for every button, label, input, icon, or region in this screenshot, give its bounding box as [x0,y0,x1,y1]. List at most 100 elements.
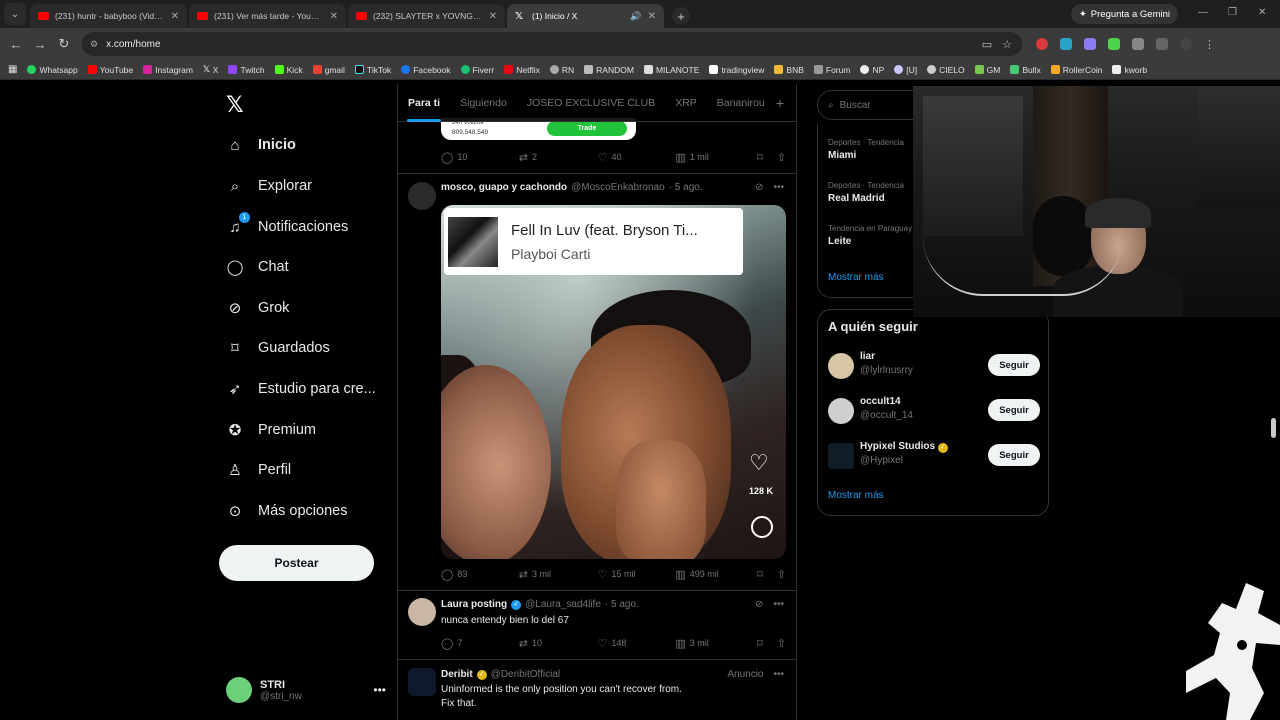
browser-tab-active[interactable]: 𝕏 (1) Inicio / X 🔊 ✕ [507,4,664,28]
author-handle[interactable]: @MoscoEnkabronao [571,182,665,193]
forward-icon[interactable]: → [28,37,52,52]
post-button[interactable]: Postear [219,545,374,581]
bookmark-item[interactable]: tradingview [709,65,764,75]
site-info-icon[interactable]: ⚙ [90,39,98,50]
sidebar-item-notificaciones[interactable]: ♫ 1 Notificaciones [226,212,348,236]
bookmark-item[interactable]: NP [860,65,884,75]
like-button[interactable]: ♡ 15 mil [598,568,676,581]
author-name[interactable]: Deribit [441,669,473,680]
extension-icon[interactable] [1084,37,1096,50]
record-extension-icon[interactable] [1036,37,1048,50]
trend-item[interactable]: Deportes · Tendencia Real Madrid [828,181,904,204]
trend-item[interactable]: Deportes · Tendencia Miami [828,138,904,161]
bookmark-item[interactable]: RANDOM [584,65,634,75]
close-icon[interactable]: ✕ [330,11,338,22]
bookmark-item[interactable]: kworb [1112,65,1147,75]
follow-button[interactable]: Seguir [988,444,1040,466]
tab-joseo-club[interactable]: JOSEO EXCLUSIVE CLUB [517,84,665,122]
cast-icon[interactable]: ▭ [982,38,992,51]
tab-para-ti[interactable]: Para ti [398,84,450,122]
views-button[interactable]: ▥ 1 mil [675,151,757,164]
post-time[interactable]: · 5 ago. [605,599,639,610]
account-switcher[interactable]: STRI @stri_nw ••• [226,674,386,706]
trend-item[interactable]: Tendencia en Paraguay Leite [828,224,912,247]
avatar[interactable] [408,668,436,696]
post-video[interactable]: Fell In Luv (feat. Bryson Ti... Playboi … [441,205,786,559]
bookmark-item[interactable]: [U] [894,65,917,75]
bookmark-item[interactable]: Fiverr [460,65,494,75]
sidebar-item-inicio[interactable]: ⌂ Inicio [226,136,295,154]
gemini-button[interactable]: ✦ Pregunta a Gemini [1070,4,1178,24]
sidebar-item-estudio[interactable]: ➶ Estudio para cre... [226,380,376,398]
sidebar-item-explorar[interactable]: ⌕ Explorar [226,177,312,195]
tab-search-dropdown[interactable]: ⌄ [4,3,26,25]
share-icon[interactable]: ⇧ [777,151,786,164]
bookmark-item[interactable]: Kick [274,65,303,75]
views-button[interactable]: ▥ 3 mil [675,637,757,650]
bookmark-item[interactable]: BNB [774,65,804,75]
profile-avatar-icon[interactable] [1180,37,1192,50]
show-more-link[interactable]: Mostrar más [828,272,884,283]
reading-list-icon[interactable] [1156,37,1168,50]
tab-siguiendo[interactable]: Siguiendo [450,84,517,122]
more-dots-icon[interactable]: ••• [773,669,784,680]
share-icon[interactable]: ⇧ [777,568,786,581]
reply-button[interactable]: ◯ 7 [441,637,519,650]
menu-icon[interactable]: ⋮ [1204,38,1215,51]
reload-icon[interactable]: ↻ [52,36,76,52]
bookmark-item[interactable]: Bullx [1010,65,1041,75]
bookmark-item[interactable]: GM [974,65,1000,75]
browser-tab[interactable]: (231) Ver más tarde - YouTube ✕ [189,4,346,28]
bookmark-item[interactable]: Facebook [401,65,451,75]
like-button[interactable]: ♡ 40 [598,151,676,164]
repost-button[interactable]: ⇄ 2 [519,151,598,164]
sidebar-item-perfil[interactable]: ♙ Perfil [226,461,291,479]
share-icon[interactable]: ⇧ [777,637,786,650]
puzzle-icon[interactable] [1132,37,1144,50]
bookmark-item[interactable]: CIELO [927,65,965,75]
bookmark-item[interactable]: 𝕏X [203,64,219,75]
author-handle[interactable]: @DeribitOfficial [491,669,560,680]
address-bar[interactable]: ⚙ x.com/home ▭ ☆ [82,32,1022,56]
minimize-icon[interactable]: — [1198,7,1208,18]
follow-suggestion[interactable]: liar @lylrlnusrry Seguir [828,350,1040,384]
like-button[interactable]: ♡ 148 [598,637,676,650]
close-icon[interactable]: ✕ [489,11,497,22]
apps-grid-icon[interactable]: ▦ [8,64,17,75]
author-name[interactable]: Laura posting [441,599,507,610]
extension-icon[interactable] [1060,37,1072,50]
author-handle[interactable]: @Laura_sad4life [525,599,601,610]
views-button[interactable]: ▥ 499 mil [675,568,757,581]
tab-bananirou[interactable]: Bananirou [707,84,775,122]
bookmark-item[interactable]: RN [549,65,574,75]
show-more-link[interactable]: Mostrar más [828,490,884,501]
sidebar-item-mas-opciones[interactable]: ⊙ Más opciones [226,502,348,520]
tab-xrp[interactable]: XRP [665,84,707,122]
avatar[interactable] [408,182,436,210]
sidebar-item-guardados[interactable]: ⌑ Guardados [226,339,330,357]
more-dots-icon[interactable]: ••• [373,683,386,697]
bookmark-icon[interactable]: ⌑ [757,637,763,650]
bookmark-item[interactable]: RollerCoin [1050,65,1102,75]
bookmark-item[interactable]: Netflix [504,65,540,75]
browser-tab[interactable]: (231) huntr - babyboo (Video O ✕ [30,4,187,28]
speaker-icon[interactable]: 🔊 [630,11,641,22]
bookmark-item[interactable]: Forum [813,65,850,75]
sidebar-item-chat[interactable]: ◯ Chat [226,258,289,276]
add-tab-icon[interactable]: + [776,95,784,111]
browser-tab[interactable]: (232) SLAYTER x YOVNGCHIMI ✕ [348,4,505,28]
maximize-icon[interactable]: ❐ [1228,7,1237,18]
sidebar-item-premium[interactable]: ✪ Premium [226,421,316,439]
close-window-icon[interactable]: ✕ [1258,7,1266,18]
bookmark-item[interactable]: TikTok [354,65,391,75]
sidebar-item-grok[interactable]: ⊘ Grok [226,299,290,317]
bookmark-item[interactable]: gmail [312,65,345,75]
avatar[interactable] [408,598,436,626]
close-icon[interactable]: ✕ [648,11,656,22]
more-dots-icon[interactable]: ••• [773,599,784,610]
follow-button[interactable]: Seguir [988,354,1040,376]
bookmark-item[interactable]: Twitch [228,65,265,75]
close-icon[interactable]: ✕ [171,11,179,22]
trade-button[interactable]: Trade [547,121,627,136]
bookmark-item[interactable]: Instagram [143,65,193,75]
